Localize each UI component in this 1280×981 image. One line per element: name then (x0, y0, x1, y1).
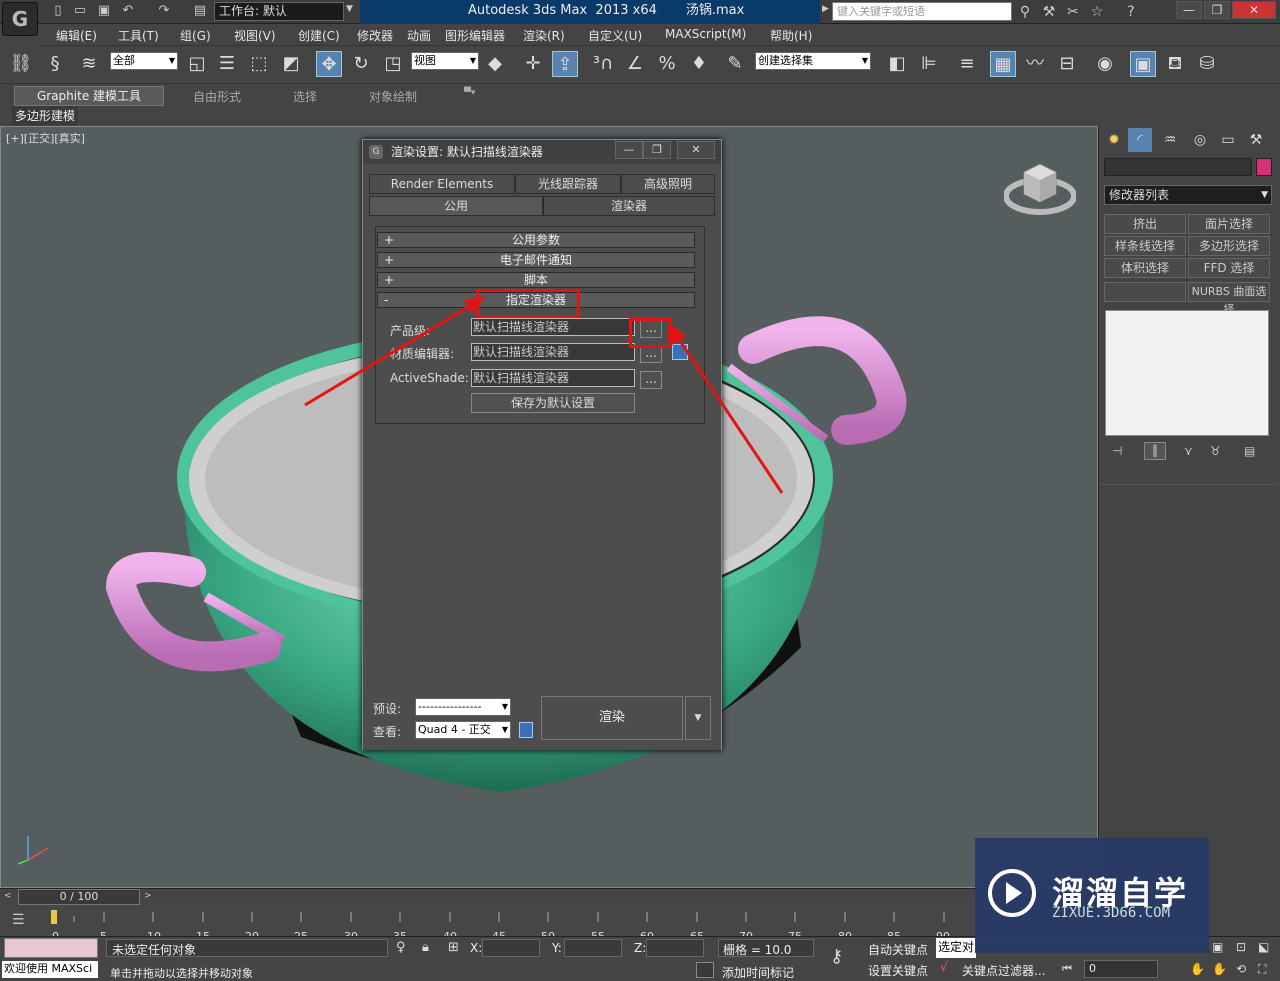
x-label: X: (470, 941, 483, 955)
mini-curve-editor-icon[interactable]: ☰ (12, 912, 25, 928)
current-frame-field[interactable]: 0 (1084, 960, 1158, 978)
set-key-icon[interactable]: ⚷ (830, 946, 843, 967)
watermark-logo-icon (988, 869, 1036, 917)
orbit-icon[interactable]: ✋ (1190, 962, 1205, 976)
pan-icon[interactable]: ✋ (1212, 962, 1227, 976)
isolate-icon[interactable]: ♀ (396, 940, 406, 955)
grid-field: 栅格 = 10.0 (718, 939, 814, 957)
key-filters-button[interactable]: 关键点过滤器... (962, 962, 1045, 979)
selected-dropdown[interactable]: 选定对 (936, 938, 976, 958)
x-coordinate-field[interactable] (482, 939, 540, 957)
auto-key-button[interactable]: 自动关键点 (868, 941, 928, 958)
arc-rotate-icon[interactable]: ⟲ (1236, 962, 1246, 976)
time-config-icon[interactable]: ⏮ (1062, 962, 1072, 976)
time-slider[interactable]: 0 / 100 (18, 889, 140, 905)
track-ruler (51, 910, 945, 924)
track-bar[interactable]: 0 5 10 15 20 25 30 35 40 45 50 55 60 65 … (0, 906, 975, 943)
maximize-viewport-icon[interactable]: ⛶ (1258, 962, 1266, 977)
field-of-view-icon[interactable]: ⬕ (1258, 940, 1269, 954)
z-label: Z: (634, 941, 647, 955)
selection-lock-icon[interactable]: 🔒︎ (422, 940, 429, 955)
maxscript-welcome[interactable]: 欢迎使用 MAXSci (2, 961, 98, 978)
zoom-all-icon[interactable]: ⊡ (1236, 940, 1246, 954)
absolute-mode-icon[interactable]: ⊞ (448, 940, 459, 955)
time-tag-icon[interactable] (696, 962, 714, 978)
current-frame-text: 0 (1089, 962, 1096, 975)
z-coordinate-field[interactable] (646, 939, 704, 957)
maxscript-listener-swatch[interactable] (4, 938, 98, 958)
grid-text: 栅格 = 10.0 (723, 943, 792, 957)
prompt-hint: 单击并拖动以选择并移动对象 (110, 967, 253, 980)
add-time-tag[interactable]: 添加时间标记 (722, 964, 794, 981)
y-label: Y: (552, 941, 562, 955)
selection-status-text: 未选定任何对象 (112, 943, 197, 957)
key-filter-icon[interactable]: √ (940, 960, 948, 974)
y-coordinate-field[interactable] (564, 939, 622, 957)
next-frame-icon[interactable]: > (144, 891, 152, 901)
prev-frame-icon[interactable]: < (4, 891, 12, 901)
annotation-arrows (304, 296, 784, 494)
selection-status-field: 未选定任何对象 (106, 939, 388, 957)
set-key-button[interactable]: 设置关键点 (868, 962, 928, 979)
watermark-url: ZIXUE.3D66.COM (1052, 905, 1171, 921)
zoom-extents-icon[interactable]: ▣ (1212, 940, 1223, 954)
